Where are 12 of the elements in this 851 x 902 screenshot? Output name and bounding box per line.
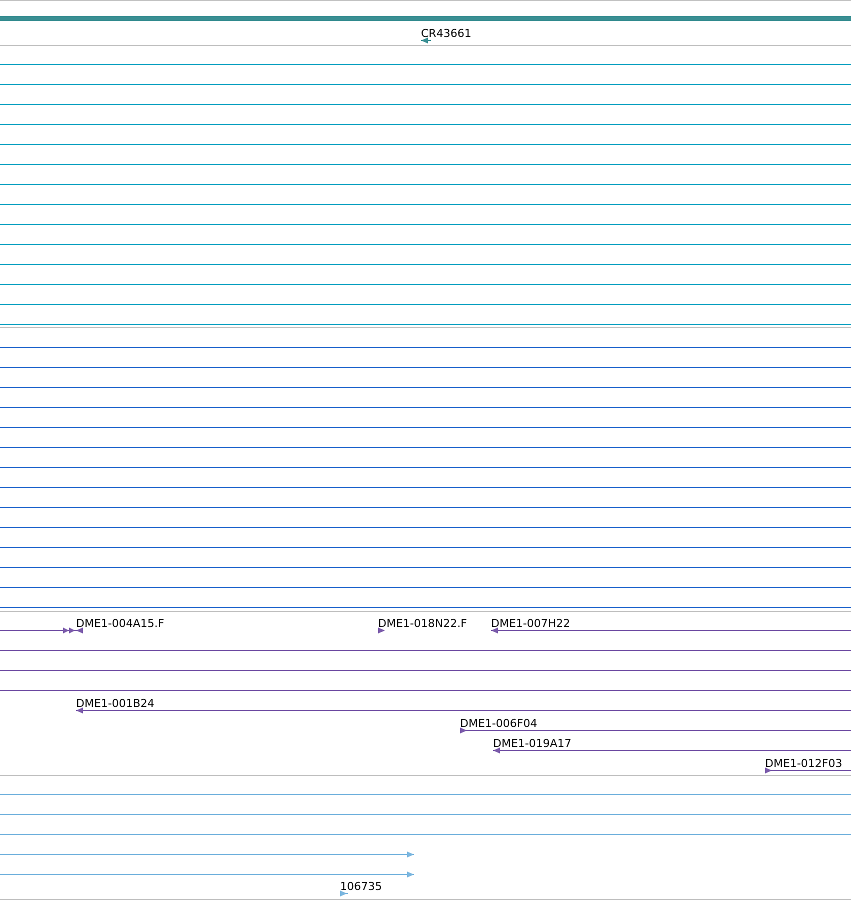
feature-label: 106735: [340, 881, 382, 893]
feature-label: DME1-012F03: [765, 758, 842, 770]
feature-glyph: [421, 36, 431, 44]
feature-label: DME1-018N22.F: [378, 618, 467, 630]
feature-label: DME1-001B24: [76, 698, 154, 710]
feature-label: DME1-006F04: [460, 718, 538, 730]
feature-glyph: [378, 626, 384, 634]
feature-label: DME1-004A15.F: [76, 618, 164, 630]
feature-label: DME1-007H22: [491, 618, 570, 630]
feature-label: DME1-019A17: [493, 738, 572, 750]
feature-glyph: [340, 890, 348, 896]
feature-label: CR43661: [421, 28, 472, 40]
